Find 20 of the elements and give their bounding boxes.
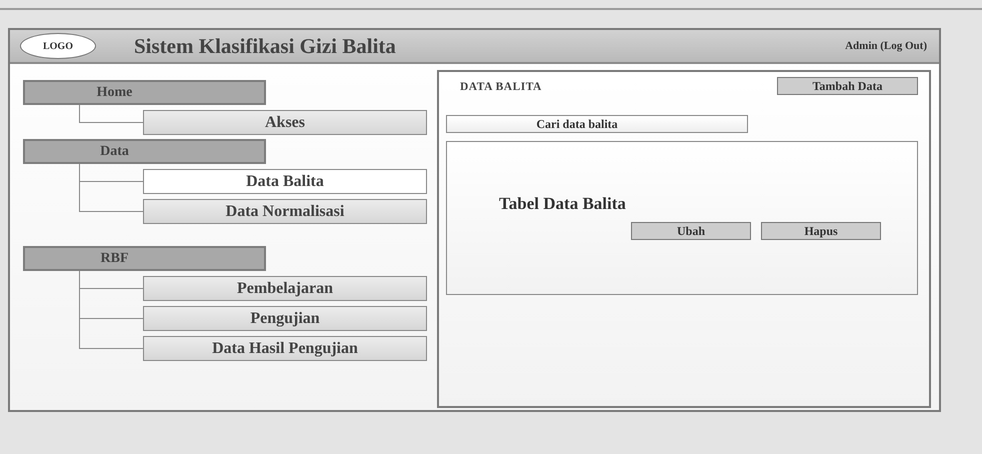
logout-link[interactable]: Admin (Log Out) bbox=[845, 40, 927, 52]
app-title: Sistem Klasifikasi Gizi Balita bbox=[134, 34, 397, 58]
menu-group[interactable]: RBF bbox=[23, 246, 266, 271]
table-label: Tabel Data Balita bbox=[499, 194, 626, 214]
logo: LOGO bbox=[20, 33, 96, 59]
tree-connector bbox=[79, 271, 143, 301]
menu-item[interactable]: Pengujian bbox=[143, 306, 427, 331]
add-data-button[interactable]: Tambah Data bbox=[777, 77, 918, 95]
action-button[interactable]: Ubah bbox=[631, 222, 751, 240]
menu-item[interactable]: Akses bbox=[143, 110, 427, 135]
panel-title: DATA BALITA bbox=[460, 81, 542, 93]
tree-connector bbox=[79, 164, 143, 194]
menu-item[interactable]: Data Balita bbox=[143, 169, 427, 194]
menu-group[interactable]: Data bbox=[23, 139, 266, 164]
menu-item[interactable]: Pembelajaran bbox=[143, 276, 427, 301]
menu-item[interactable]: Data Hasil Pengujian bbox=[143, 336, 427, 361]
search-field[interactable]: Cari data balita bbox=[446, 115, 748, 133]
action-button[interactable]: Hapus bbox=[761, 222, 881, 240]
menu-group[interactable]: Home bbox=[23, 80, 266, 105]
menu-item[interactable]: Data Normalisasi bbox=[143, 199, 427, 224]
